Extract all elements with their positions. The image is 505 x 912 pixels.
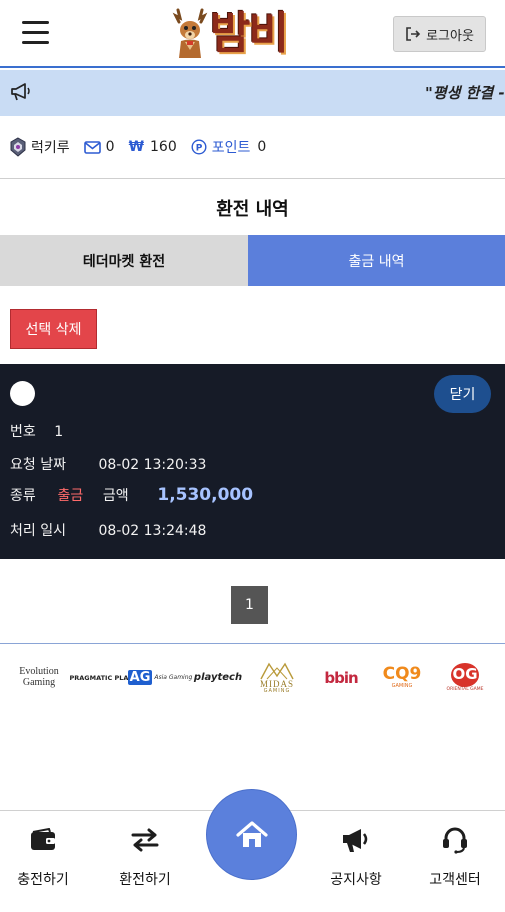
- request-date-label: 요청 날짜: [10, 457, 66, 473]
- provider-logo-pragmatic: PRAGMATIC PLAY: [69, 673, 133, 682]
- close-button[interactable]: 닫기: [434, 375, 491, 413]
- logout-button[interactable]: 로그아웃: [393, 16, 486, 52]
- logout-icon: [406, 27, 421, 41]
- provider-logo-evolution: Evolution Gaming: [19, 666, 59, 689]
- logo-text: 밤비: [210, 8, 289, 59]
- provider-logos: Evolution Gaming PRAGMATIC PLAY AG Asia …: [0, 655, 505, 700]
- provider-logo-ag: AG Asia Gaming: [127, 670, 193, 685]
- processed-date-label: 처리 일시: [10, 523, 66, 539]
- number-value: 1: [54, 424, 64, 440]
- nav-support-label: 고객센터: [429, 872, 481, 888]
- provider-logo-midas: MIDAS GAMING: [252, 655, 302, 700]
- svg-text:P: P: [195, 144, 202, 154]
- nav-deposit[interactable]: 충전하기: [0, 811, 86, 912]
- level-badge-icon: [10, 137, 26, 157]
- user-level[interactable]: 럭키루: [10, 137, 70, 157]
- provider-logo-bbin: bbin: [324, 668, 358, 687]
- midas-emblem-icon: [260, 662, 294, 679]
- nav-notice-label: 공지사항: [330, 872, 382, 888]
- tab-tether-exchange[interactable]: 테더마켓 환전: [0, 235, 248, 286]
- tab-withdraw-history[interactable]: 출금 내역: [248, 235, 505, 286]
- nav-notice[interactable]: 공지사항: [313, 811, 399, 912]
- megaphone-icon: [11, 83, 30, 101]
- provider-logo-og: OG ORIENTAL GAME: [440, 655, 490, 700]
- delete-selected-button[interactable]: 선택 삭제: [10, 309, 97, 349]
- marquee-text: "평생 한결 -: [425, 84, 505, 102]
- nav-support[interactable]: 고객센터: [412, 811, 498, 912]
- processed-date-row: 처리 일시 08-02 13:24:48: [10, 520, 206, 540]
- divider: [0, 643, 505, 644]
- home-icon: [235, 820, 268, 847]
- headset-icon: [443, 827, 467, 854]
- exchange-tabs: 테더마켓 환전 출금 내역: [0, 235, 505, 286]
- hamburger-menu-icon[interactable]: [22, 21, 49, 45]
- megaphone-icon: [343, 829, 368, 852]
- user-info-bar: 럭키루 0 ₩ 160 P 포인트 0: [0, 126, 505, 168]
- won-icon: ₩: [128, 139, 145, 155]
- balance-display: ₩ 160: [129, 139, 177, 155]
- exchange-arrows-icon: [131, 828, 159, 852]
- amount-label: 금액: [102, 488, 129, 504]
- top-header: 밤비 로그아웃: [0, 0, 505, 68]
- nav-deposit-label: 충전하기: [17, 872, 69, 888]
- type-label: 종류: [10, 488, 36, 504]
- site-logo[interactable]: 밤비: [168, 5, 318, 63]
- deer-mascot-icon: [172, 8, 208, 58]
- point-label: 포인트: [211, 140, 251, 156]
- divider: [0, 178, 505, 179]
- provider-logo-cq9: CQ9 GAMING: [382, 664, 422, 690]
- balance-value: 160: [150, 139, 177, 155]
- record-number-row: 번호 1: [10, 421, 63, 441]
- home-button[interactable]: [207, 790, 296, 879]
- message-count: 0: [105, 139, 115, 155]
- point-icon: P: [191, 139, 207, 155]
- mail-icon: [83, 140, 101, 154]
- points-display[interactable]: P 포인트 0: [191, 137, 267, 157]
- messages-link[interactable]: 0: [83, 139, 115, 155]
- type-amount-row: 종류 출금 금액 1,530,000: [10, 485, 253, 505]
- number-label: 번호: [10, 424, 36, 440]
- notice-marquee: "평생 한결 -: [0, 70, 505, 116]
- nav-withdraw-label: 환전하기: [119, 872, 171, 888]
- type-value: 출금: [57, 488, 84, 504]
- processed-date-value: 08-02 13:24:48: [98, 523, 207, 539]
- username: 럭키루: [31, 140, 70, 156]
- request-date-value: 08-02 13:20:33: [98, 457, 207, 473]
- withdraw-record-card: 닫기 번호 1 요청 날짜 08-02 13:20:33 종류 출금 금액 1,…: [0, 364, 505, 559]
- amount-value: 1,530,000: [157, 485, 254, 505]
- wallet-icon: [31, 828, 55, 850]
- page-title: 환전 내역: [216, 199, 289, 220]
- nav-withdraw[interactable]: 환전하기: [102, 811, 188, 912]
- record-select-radio[interactable]: [10, 381, 35, 406]
- logout-label: 로그아웃: [426, 28, 474, 44]
- request-date-row: 요청 날짜 08-02 13:20:33: [10, 454, 206, 474]
- provider-logo-playtech: playtech: [193, 672, 243, 683]
- point-value: 0: [257, 139, 267, 155]
- page-button-current[interactable]: 1: [231, 586, 268, 624]
